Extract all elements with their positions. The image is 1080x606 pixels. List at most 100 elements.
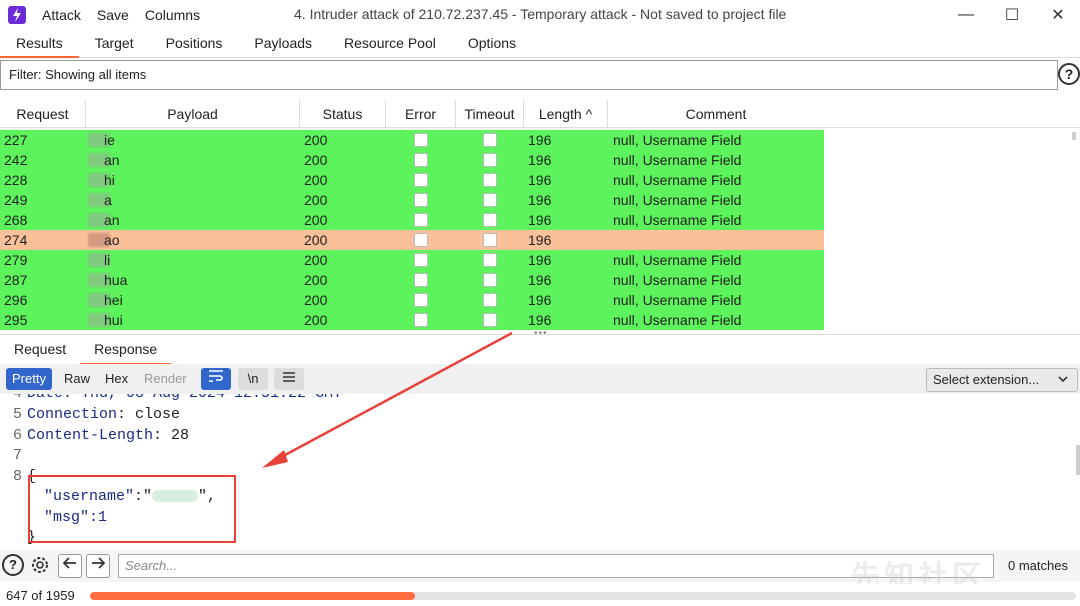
cell-payload: hi (104, 172, 115, 188)
error-checkbox (414, 213, 428, 227)
menu-columns[interactable]: Columns (145, 7, 200, 23)
view-hex-button[interactable]: Hex (99, 368, 134, 390)
column-status[interactable]: Status (300, 100, 386, 128)
cell-status: 200 (304, 272, 328, 288)
cell-length: 196 (528, 292, 552, 308)
timeout-checkbox (483, 213, 497, 227)
cell-comment: null, Username Field (613, 292, 742, 308)
help-icon[interactable]: ? (1058, 63, 1080, 85)
table-row[interactable]: 268 an 200 196 null, Username Field (0, 210, 824, 230)
cell-comment: null, Username Field (613, 312, 742, 328)
line-number: 8 (12, 468, 22, 485)
cell-comment: null, Username Field (613, 152, 742, 168)
cell-payload: a (104, 192, 112, 208)
line-number: 4 (8, 394, 22, 402)
cell-comment: null, Username Field (613, 272, 742, 288)
menu-icon[interactable] (274, 368, 304, 390)
table-row[interactable]: 295 hui 200 196 null, Username Field (0, 310, 824, 330)
cell-length: 196 (528, 192, 552, 208)
tab-request[interactable]: Request (0, 335, 80, 365)
column-error[interactable]: Error (386, 100, 456, 128)
tab-positions[interactable]: Positions (150, 30, 239, 58)
timeout-checkbox (483, 133, 497, 147)
next-match-button[interactable] (86, 554, 110, 578)
error-checkbox (414, 253, 428, 267)
message-tabs: Request Response (0, 334, 1080, 365)
error-checkbox (414, 313, 428, 327)
timeout-checkbox (483, 233, 497, 247)
cell-comment: null, Username Field (613, 172, 742, 188)
filter-bar[interactable]: Filter: Showing all items (0, 60, 1058, 90)
header-value: : 28 (153, 427, 190, 444)
tab-options[interactable]: Options (452, 30, 532, 58)
editor-scrollbar[interactable] (1076, 445, 1080, 475)
view-raw-button[interactable]: Raw (58, 368, 96, 390)
timeout-checkbox (483, 293, 497, 307)
annotation-highlight-box (28, 475, 236, 543)
cell-request: 287 (4, 272, 28, 288)
tab-resource-pool[interactable]: Resource Pool (328, 30, 452, 58)
column-payload[interactable]: Payload (86, 100, 300, 128)
minimize-button[interactable]: — (954, 4, 978, 26)
header-value: : close (117, 406, 181, 423)
tab-results[interactable]: Results (0, 30, 79, 58)
tab-target[interactable]: Target (79, 30, 150, 58)
tab-response[interactable]: Response (80, 335, 172, 365)
cell-length: 196 (528, 132, 552, 148)
cell-request: 274 (4, 232, 28, 248)
progress-text: 647 of 1959 (6, 588, 75, 603)
select-extension-dropdown[interactable]: Select extension... (926, 368, 1078, 392)
view-pretty-button[interactable]: Pretty (6, 368, 52, 390)
burp-logo-icon (8, 6, 26, 24)
progress-bar-fill (90, 592, 416, 600)
cell-status: 200 (304, 152, 328, 168)
cell-payload: ie (104, 132, 115, 148)
gear-icon[interactable] (29, 554, 51, 576)
error-checkbox (414, 273, 428, 287)
maximize-button[interactable]: ☐ (1000, 4, 1024, 26)
table-row[interactable]: 242 an 200 196 null, Username Field (0, 150, 824, 170)
cell-request: 279 (4, 252, 28, 268)
view-render-button[interactable]: Render (138, 368, 193, 390)
help-icon[interactable]: ? (2, 554, 24, 576)
close-button[interactable]: ✕ (1046, 4, 1070, 26)
menu-save[interactable]: Save (97, 7, 129, 23)
wrap-icon[interactable] (201, 368, 231, 390)
table-row[interactable]: 249 a 200 196 null, Username Field (0, 190, 824, 210)
header-key: Connection (27, 406, 118, 423)
code-line: Connection: close (27, 406, 180, 423)
menu-attack[interactable]: Attack (42, 7, 81, 23)
cell-payload: an (104, 152, 120, 168)
error-checkbox (414, 173, 428, 187)
cell-length: 196 (528, 212, 552, 228)
table-scrollbar[interactable] (1072, 132, 1076, 140)
table-row-selected[interactable]: 274 ao 200 196 (0, 230, 824, 250)
column-request[interactable]: Request (0, 100, 86, 128)
previous-match-button[interactable] (58, 554, 82, 578)
cell-status: 200 (304, 192, 328, 208)
column-length[interactable]: Length ^ (524, 100, 608, 128)
cell-payload: hei (104, 292, 123, 308)
table-row[interactable]: 228 hi 200 196 null, Username Field (0, 170, 824, 190)
error-checkbox (414, 293, 428, 307)
cell-request: 296 (4, 292, 28, 308)
cell-status: 200 (304, 252, 328, 268)
window-title: 4. Intruder attack of 210.72.237.45 - Te… (294, 6, 787, 22)
tab-payloads[interactable]: Payloads (238, 30, 328, 58)
table-row[interactable]: 287 hua 200 196 null, Username Field (0, 270, 824, 290)
cell-status: 200 (304, 132, 328, 148)
table-row[interactable]: 227 ie 200 196 null, Username Field (0, 130, 824, 150)
cell-payload: hui (104, 312, 123, 328)
table-row[interactable]: 296 hei 200 196 null, Username Field (0, 290, 824, 310)
cell-payload: hua (104, 272, 128, 288)
column-comment[interactable]: Comment (608, 100, 824, 128)
column-timeout[interactable]: Timeout (456, 100, 524, 128)
cell-status: 200 (304, 312, 328, 328)
cell-length: 196 (528, 272, 552, 288)
progress-bar (90, 592, 1076, 600)
table-row[interactable]: 279 li 200 196 null, Username Field (0, 250, 824, 270)
line-number: 7 (12, 447, 22, 464)
cell-length: 196 (528, 232, 552, 248)
newline-icon[interactable]: \n (238, 368, 268, 390)
error-checkbox (414, 133, 428, 147)
